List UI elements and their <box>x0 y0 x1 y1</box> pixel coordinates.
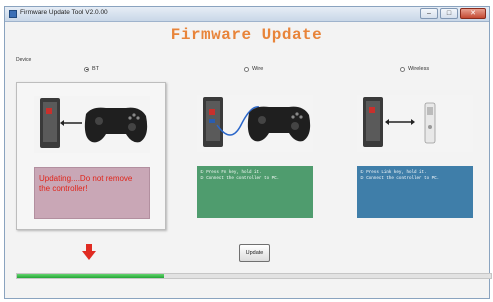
title-bar[interactable]: Firmware Update Tool V2.0.00 – □ ✕ <box>5 7 489 22</box>
minimize-button[interactable]: – <box>420 8 438 19</box>
close-button[interactable]: ✕ <box>460 8 486 19</box>
radio-dot-wire[interactable] <box>244 66 249 72</box>
panel-bt: Updating....Do not remove the controller… <box>16 82 166 230</box>
message-box-wireless: ① Press Link key, hold it. ② Connect the… <box>357 166 473 218</box>
radio-label-wireless: Wireless <box>408 66 430 72</box>
down-arrow-icon <box>82 244 96 265</box>
window-controls: – □ ✕ <box>420 8 486 19</box>
updating-message: Updating....Do not remove the controller… <box>39 174 133 193</box>
progress-bar <box>16 273 492 279</box>
radio-wireless[interactable]: Wireless <box>400 66 429 72</box>
controller-wire-icon <box>197 95 313 152</box>
radio-label-wire: Wire <box>252 66 264 72</box>
instruction-line: ② Connect the controller to PC. <box>360 177 440 181</box>
message-box-wire: ① Press Fn key, hold it. ② Connect the c… <box>197 166 313 218</box>
radio-dot-bt[interactable] <box>84 66 89 72</box>
update-button[interactable]: Update <box>239 244 270 262</box>
panel-wire: ① Press Fn key, hold it. ② Connect the c… <box>180 82 330 230</box>
dongle-wireless-icon <box>357 95 473 152</box>
message-box-bt: Updating....Do not remove the controller… <box>34 167 150 219</box>
instructions-wireless: ① Press Link key, hold it. ② Connect the… <box>360 170 439 182</box>
radio-bt[interactable]: BT <box>84 66 99 72</box>
maximize-button[interactable]: □ <box>440 8 458 19</box>
radio-wire[interactable]: Wire <box>244 66 263 72</box>
radio-dot-wireless[interactable] <box>400 66 405 72</box>
instruction-line: ② Connect the controller to PC. <box>200 177 280 181</box>
device-label: Device <box>16 57 32 63</box>
window-title: Firmware Update Tool V2.0.00 <box>20 9 108 16</box>
progress-fill <box>17 274 164 278</box>
radio-label-bt: BT <box>92 66 100 72</box>
app-icon <box>9 10 17 18</box>
instructions-wire: ① Press Fn key, hold it. ② Connect the c… <box>200 170 279 182</box>
controller-bt-icon <box>34 96 150 153</box>
panel-wireless: ① Press Link key, hold it. ② Connect the… <box>340 82 490 230</box>
page-title: Firmware Update <box>170 26 323 44</box>
